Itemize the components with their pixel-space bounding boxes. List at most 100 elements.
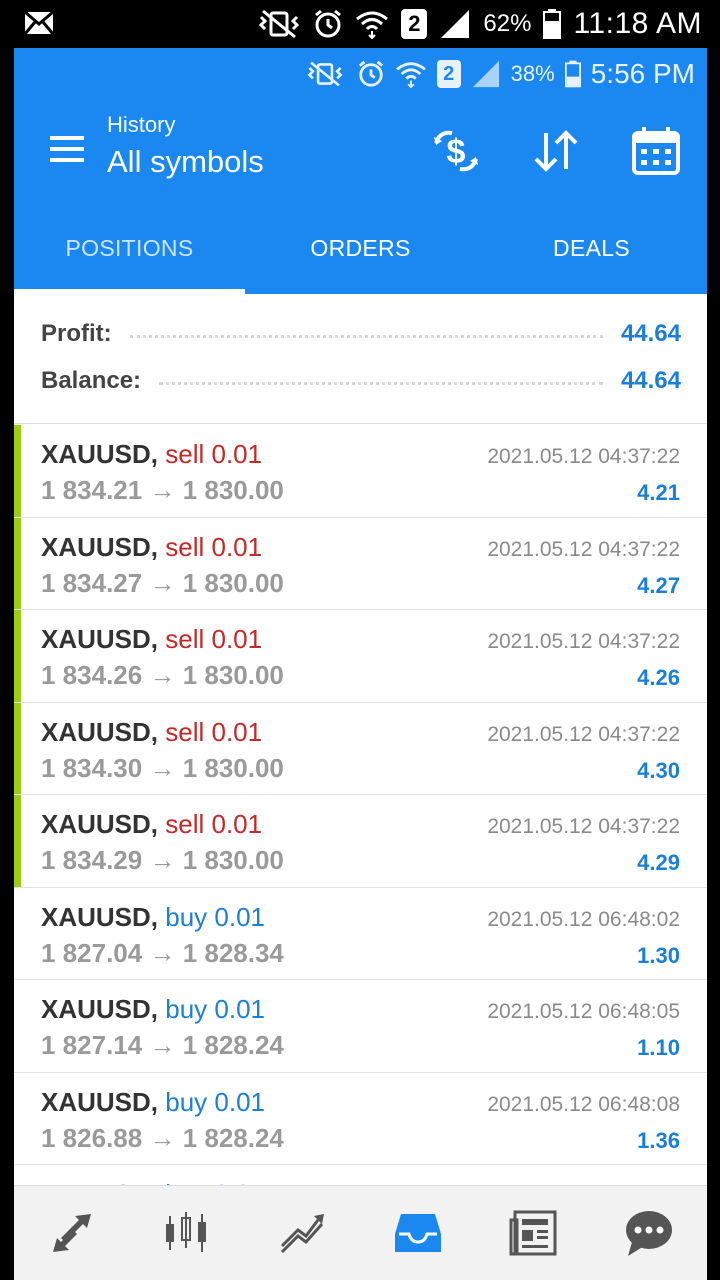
- deal-symbol: XAUUSD,: [41, 439, 159, 469]
- page-subtitle: History: [107, 112, 176, 137]
- open-price: 1 827.04: [41, 937, 143, 968]
- alarm-icon: [315, 9, 342, 38]
- deal-prices: 1 826.88 → 1 828.24: [41, 1123, 284, 1154]
- deal-prices: 1 834.27 → 1 830.00: [41, 568, 284, 599]
- profit-indicator-bar: [14, 517, 21, 609]
- tab-orders[interactable]: ORDERS: [245, 202, 476, 294]
- deal-profit: 4.21: [637, 480, 680, 505]
- wifi-icon: [356, 11, 389, 39]
- arrow-right-icon: →: [149, 660, 176, 690]
- deal-row[interactable]: XAUUSD, sell 0.01 1 834.27 → 1 830.00 2021…: [14, 517, 707, 610]
- sim-indicator: 2: [401, 9, 428, 39]
- sim-indicator: 2: [436, 60, 461, 88]
- quotes-icon: [52, 1214, 91, 1252]
- deal-type: sell 0.01: [165, 809, 263, 839]
- nav-chart[interactable]: [157, 1203, 217, 1263]
- deal-row[interactable]: XAUUSD, buy 0.01: [14, 1165, 707, 1185]
- inner-status-bar: 2 38% 5:56 PM: [303, 54, 695, 94]
- tab-bar: POSITIONS ORDERS DEALS: [14, 202, 707, 294]
- deal-symbol: XAUUSD,: [41, 809, 159, 839]
- app-frame: 2 38% 5:56 PM History All symbols $ POSI…: [14, 48, 707, 1280]
- tab-deals[interactable]: DEALS: [476, 202, 707, 294]
- deal-row[interactable]: XAUUSD, sell 0.01 1 834.26 → 1 830.00 2021…: [14, 610, 707, 703]
- close-price: 1 830.00: [182, 660, 284, 690]
- balance-value: 44.64: [620, 367, 681, 394]
- trade-icon: [280, 1214, 324, 1254]
- deal-time: 2021.05.12 04:37:22: [487, 630, 680, 653]
- deal-profit: 1.10: [637, 1035, 680, 1060]
- deal-profit: 4.27: [637, 572, 680, 598]
- deal-type: sell 0.01: [165, 716, 263, 747]
- nav-history[interactable]: [388, 1203, 448, 1263]
- calendar-icon[interactable]: [630, 125, 682, 177]
- open-price: 1 834.27: [41, 567, 143, 598]
- bottom-navigation: [14, 1185, 707, 1280]
- deal-time: 2021.05.12 06:48:05: [487, 1000, 680, 1023]
- deal-row[interactable]: XAUUSD, sell 0.01 1 834.30 → 1 830.00 2021…: [14, 702, 707, 795]
- deal-type: buy 0.01: [165, 901, 265, 932]
- deal-title: XAUUSD, buy 0.01: [41, 1087, 265, 1118]
- tab-positions[interactable]: POSITIONS: [14, 202, 245, 294]
- open-price: 1 834.21: [41, 475, 143, 505]
- wifi-icon: [395, 62, 426, 88]
- deal-type: buy 0.01: [165, 1086, 265, 1117]
- deal-symbol: XAUUSD,: [41, 1086, 159, 1117]
- deal-row[interactable]: XAUUSD, sell 0.01 1 834.21 → 1 830.00 2021…: [14, 425, 707, 518]
- signal-icon: [441, 10, 470, 38]
- deal-profit: 4.26: [637, 665, 680, 690]
- arrow-right-icon: →: [149, 845, 176, 875]
- dotted-leader: [159, 381, 603, 385]
- close-price: 1 828.24: [182, 1030, 284, 1060]
- sort-icon[interactable]: [530, 125, 582, 177]
- deal-profit: 4.30: [637, 757, 680, 783]
- deal-profit: 1.30: [637, 942, 680, 968]
- deal-type: buy 0.01: [165, 994, 265, 1024]
- nav-quotes[interactable]: [42, 1203, 102, 1263]
- nav-news[interactable]: [504, 1203, 564, 1263]
- deal-time: 2021.05.12 06:48:02: [487, 907, 680, 931]
- open-price: 1 834.29: [41, 845, 143, 875]
- deal-prices: 1 834.26 → 1 830.00: [41, 660, 284, 691]
- deal-row[interactable]: XAUUSD, buy 0.01 1 826.88 → 1 828.24 2021.…: [14, 1072, 707, 1165]
- title-block[interactable]: History All symbols: [107, 112, 264, 180]
- deal-row[interactable]: XAUUSD, buy 0.01 1 827.14 → 1 828.24 2021.…: [14, 980, 707, 1073]
- deal-type: sell 0.01: [165, 439, 263, 469]
- vibrate-mute-icon: [259, 9, 300, 39]
- deal-title: XAUUSD, sell 0.01: [41, 624, 262, 655]
- deal-row[interactable]: XAUUSD, buy 0.01 1 827.04 → 1 828.34 2021.…: [14, 887, 707, 980]
- nav-chat[interactable]: [619, 1203, 679, 1263]
- battery-icon: [564, 60, 581, 88]
- deal-time: 2021.05.12 04:37:22: [487, 722, 680, 746]
- currency-swap-icon[interactable]: $: [430, 125, 482, 177]
- deal-time: 2021.05.12 06:48:08: [487, 1092, 680, 1116]
- alarm-icon: [358, 60, 383, 87]
- deal-symbol: XAUUSD,: [41, 716, 159, 747]
- deal-profit: 1.36: [637, 1127, 680, 1153]
- deal-prices: 1 834.29 → 1 830.00: [41, 845, 284, 876]
- battery-icon: [543, 9, 562, 39]
- hamburger-menu-icon[interactable]: [48, 132, 88, 166]
- deal-row[interactable]: XAUUSD, sell 0.01 1 834.29 → 1 830.00 2021…: [14, 795, 707, 888]
- inner-clock: 5:56 PM: [590, 58, 695, 89]
- deal-time: 2021.05.12 04:37:22: [487, 815, 680, 838]
- deal-title: XAUUSD, sell 0.01: [41, 809, 262, 840]
- app-header: 2 38% 5:56 PM History All symbols $ POSI…: [14, 48, 707, 294]
- deals-list: XAUUSD, sell 0.01 1 834.21 → 1 830.00 2021…: [14, 425, 707, 1185]
- summary-panel: Profit: 44.64 Balance: 44.64: [14, 294, 707, 424]
- deal-symbol: XAUUSD,: [41, 994, 159, 1024]
- nav-trade[interactable]: [273, 1203, 333, 1263]
- deal-time: 2021.05.12 04:37:22: [487, 445, 680, 468]
- deal-profit: 4.29: [637, 850, 680, 875]
- arrow-right-icon: →: [149, 475, 176, 505]
- vibrate-mute-icon: [307, 61, 343, 87]
- deal-title: XAUUSD, buy 0.01: [41, 994, 265, 1025]
- balance-row: Balance: 44.64: [41, 361, 681, 401]
- dotted-leader: [129, 334, 603, 338]
- profit-value: 44.64: [620, 320, 681, 347]
- deal-title: XAUUSD, buy 0.01: [41, 902, 265, 933]
- deal-symbol: XAUUSD,: [41, 624, 159, 654]
- svg-text:$: $: [447, 133, 466, 171]
- deal-prices: 1 834.30 → 1 830.00: [41, 753, 284, 784]
- arrow-right-icon: →: [149, 1122, 176, 1153]
- close-price: 1 828.24: [182, 1122, 284, 1153]
